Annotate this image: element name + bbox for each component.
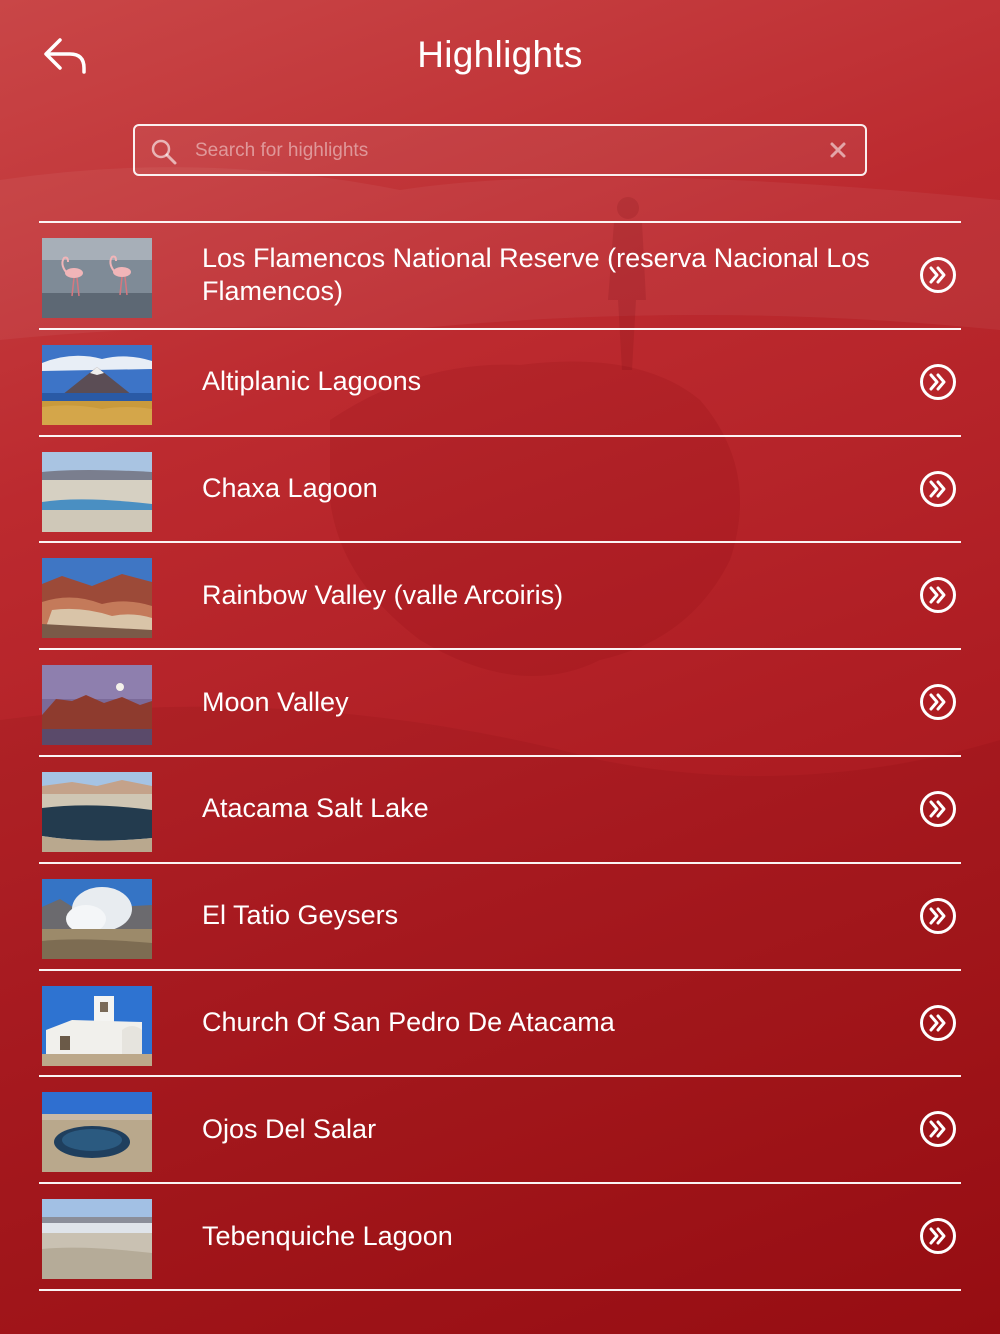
salt-plain-thumbnail xyxy=(42,1199,152,1280)
moonrise-valley-thumbnail xyxy=(42,665,152,746)
salt-lake-thumbnail xyxy=(42,771,152,852)
highlight-name: Ojos Del Salar xyxy=(202,1113,377,1144)
highlight-name: Tebenquiche Lagoon xyxy=(202,1220,453,1251)
double-chevron-circle-icon[interactable] xyxy=(919,790,957,828)
list-item[interactable]: Ojos Del Salar xyxy=(39,1077,961,1185)
double-chevron-circle-icon[interactable] xyxy=(919,1110,957,1148)
salt-flat-lagoon-thumbnail xyxy=(42,451,152,532)
geysers-thumbnail xyxy=(42,878,152,959)
double-chevron-circle-icon[interactable] xyxy=(919,576,957,614)
double-chevron-circle-icon[interactable] xyxy=(919,897,957,935)
clear-icon[interactable] xyxy=(825,137,851,163)
double-chevron-circle-icon[interactable] xyxy=(919,683,957,721)
highlight-name: Moon Valley xyxy=(202,686,349,717)
search-input[interactable] xyxy=(195,134,795,168)
double-chevron-circle-icon[interactable] xyxy=(919,363,957,401)
double-chevron-circle-icon[interactable] xyxy=(919,256,957,294)
red-rock-valley-thumbnail xyxy=(42,558,152,639)
highlight-name: Atacama Salt Lake xyxy=(202,793,429,824)
highlight-name: Altiplanic Lagoons xyxy=(202,366,422,397)
highlight-name: Los Flamencos National Reserve (reserva … xyxy=(202,243,870,306)
list-item[interactable]: Moon Valley xyxy=(39,650,961,757)
highlights-list: Los Flamencos National Reserve (reserva … xyxy=(39,221,961,1291)
search-icon xyxy=(150,138,178,166)
highlight-name: Church Of San Pedro De Atacama xyxy=(202,1007,615,1038)
white-church-thumbnail xyxy=(42,985,152,1066)
volcano-lagoon-thumbnail xyxy=(42,344,152,425)
flamingos-thumbnail xyxy=(42,238,152,318)
list-item[interactable]: El Tatio Geysers xyxy=(39,864,961,971)
list-item[interactable]: Atacama Salt Lake xyxy=(39,757,961,864)
list-item[interactable]: Rainbow Valley (valle Arcoiris) xyxy=(39,543,961,651)
page-title: Highlights xyxy=(417,34,583,75)
list-item[interactable]: Los Flamencos National Reserve (reserva … xyxy=(39,223,961,330)
highlight-name: El Tatio Geysers xyxy=(202,900,399,931)
list-item[interactable]: Altiplanic Lagoons xyxy=(39,330,961,437)
header: Highlights xyxy=(0,0,1000,115)
list-item[interactable]: Chaxa Lagoon xyxy=(39,437,961,544)
highlight-name: Chaxa Lagoon xyxy=(202,473,378,504)
search-bar xyxy=(133,124,867,176)
highlight-name: Rainbow Valley (valle Arcoiris) xyxy=(202,579,564,610)
double-chevron-circle-icon[interactable] xyxy=(919,1217,957,1255)
double-chevron-circle-icon[interactable] xyxy=(919,1004,957,1042)
list-item[interactable]: Church Of San Pedro De Atacama xyxy=(39,971,961,1078)
list-item[interactable]: Tebenquiche Lagoon xyxy=(39,1184,961,1291)
desert-pool-thumbnail xyxy=(42,1092,152,1173)
double-chevron-circle-icon[interactable] xyxy=(919,470,957,508)
